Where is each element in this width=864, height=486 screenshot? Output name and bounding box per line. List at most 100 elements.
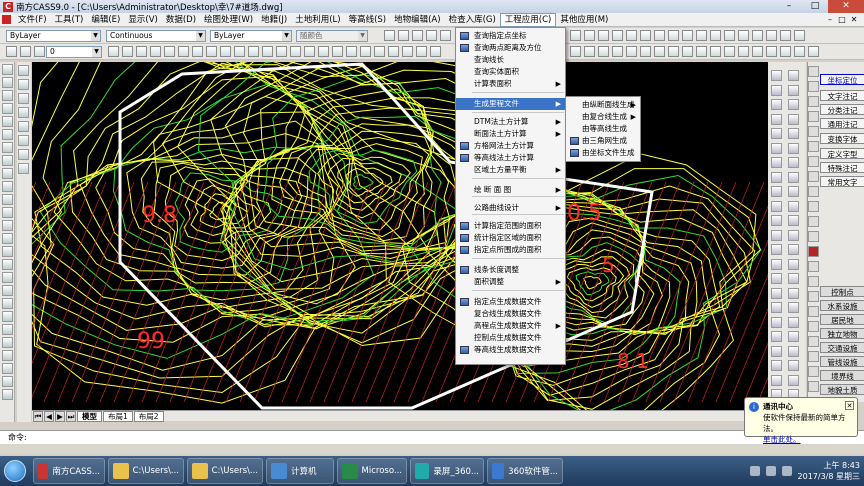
- sheet-icon[interactable]: [780, 30, 791, 41]
- cass-tool-15-icon[interactable]: [771, 287, 782, 299]
- panel-side-3-icon[interactable]: [808, 111, 819, 122]
- new-file-icon[interactable]: [384, 30, 395, 41]
- open-file-icon[interactable]: [398, 30, 409, 41]
- help-icon[interactable]: [682, 30, 693, 41]
- extend-icon[interactable]: [710, 46, 721, 57]
- panel-button-13[interactable]: 管线设施: [820, 356, 864, 367]
- menu-item-10[interactable]: 检查入库(G): [445, 13, 500, 27]
- engineering-menu-item-16[interactable]: 线条长度调整: [456, 264, 565, 276]
- engineering-menu-item-9[interactable]: 等高线法土方计算: [456, 152, 565, 164]
- rectangle-icon[interactable]: [332, 46, 343, 57]
- linetype-combo[interactable]: Continuous ▼: [106, 30, 206, 42]
- dim-style-icon[interactable]: [738, 30, 749, 41]
- circle-icon[interactable]: [2, 142, 13, 153]
- line-icon[interactable]: [2, 64, 13, 75]
- panel-button-10[interactable]: 居民地: [820, 314, 864, 325]
- fillet-icon[interactable]: [766, 46, 777, 57]
- insert-block-icon[interactable]: [2, 207, 13, 218]
- engineering-menu-item-6[interactable]: DTM法土方计算 ▶: [456, 116, 565, 128]
- spline-icon[interactable]: [346, 46, 357, 57]
- erase-icon[interactable]: [2, 324, 13, 335]
- rotate-icon[interactable]: [18, 79, 29, 90]
- cass-tool-4-icon[interactable]: [771, 128, 782, 139]
- chevron-down-icon[interactable]: ▼: [92, 47, 101, 57]
- cass-tool-b20-icon[interactable]: [788, 360, 799, 371]
- explode-icon[interactable]: [780, 46, 791, 57]
- move-icon[interactable]: [640, 46, 651, 57]
- polygon-icon[interactable]: [2, 103, 13, 114]
- notice-link[interactable]: 单击此处。: [763, 434, 853, 445]
- print-icon[interactable]: [426, 30, 437, 41]
- polyline-icon[interactable]: [290, 46, 301, 57]
- engineering-menu-item-11[interactable]: 绘 断 面 图 ▶: [456, 184, 565, 196]
- cass-tool-b18-icon[interactable]: [788, 331, 799, 342]
- panel-button-2[interactable]: 分类注记: [820, 104, 864, 115]
- tool-palette-icon[interactable]: [654, 30, 665, 41]
- panel-button-12[interactable]: 交通设施: [820, 342, 864, 353]
- engineering-menu-item-4[interactable]: 计算表面积 ▶: [456, 78, 565, 90]
- extend-icon[interactable]: [18, 135, 29, 146]
- grid-icon[interactable]: [808, 46, 819, 57]
- engineering-menu-item-3[interactable]: 查询实体面积: [456, 66, 565, 78]
- panel-side-8-icon[interactable]: [808, 186, 819, 197]
- array-icon[interactable]: [626, 46, 637, 57]
- cass-tool-b5-icon[interactable]: [788, 142, 799, 154]
- panel-side-12-icon[interactable]: [808, 246, 819, 257]
- panel-side-5-icon[interactable]: [808, 141, 819, 152]
- zoom-window-icon[interactable]: [598, 30, 609, 41]
- cass-tool-13-icon[interactable]: [771, 258, 782, 270]
- engineering-menu-item-14[interactable]: 统计指定区域的面积: [456, 232, 565, 244]
- circle-icon[interactable]: [304, 46, 315, 57]
- panel-side-11-icon[interactable]: [808, 231, 819, 242]
- markup-icon[interactable]: [794, 30, 805, 41]
- mileage-submenu-item-1[interactable]: 由复合线生成 ▶: [566, 111, 640, 123]
- calculator-icon[interactable]: [668, 30, 679, 41]
- engineering-menu-item-22[interactable]: 等高线生成数据文件: [456, 344, 565, 356]
- cass-tool-b4-icon[interactable]: [788, 128, 799, 139]
- cass-tool-b1-icon[interactable]: [788, 84, 799, 96]
- taskbar-item-2[interactable]: C:\Users\...: [187, 458, 263, 484]
- first-tab-icon[interactable]: ⏮: [33, 411, 43, 422]
- table-draw-icon[interactable]: [416, 46, 427, 57]
- preview-icon[interactable]: [440, 30, 451, 41]
- table-icon[interactable]: [2, 285, 13, 296]
- drawing-canvas[interactable]: 0.5 5 99 8.1 9.8: [32, 62, 768, 410]
- chevron-down-icon[interactable]: ▼: [91, 31, 100, 41]
- layer-lock-icon[interactable]: [34, 46, 45, 57]
- cass-tool-12-icon[interactable]: [771, 244, 782, 255]
- cass-tool-5-icon[interactable]: [771, 142, 782, 154]
- properties-icon[interactable]: [626, 30, 637, 41]
- engineering-menu-item-21[interactable]: 控制点生成数据文件: [456, 332, 565, 344]
- panel-button-15[interactable]: 地貌土质: [820, 384, 864, 395]
- panel-button-11[interactable]: 独立地物: [820, 328, 864, 339]
- mirror-icon[interactable]: [2, 350, 13, 361]
- taskbar-item-3[interactable]: 计算机: [266, 458, 334, 484]
- menu-item-11[interactable]: 工程应用(C): [499, 12, 557, 27]
- network-icon[interactable]: [765, 466, 776, 476]
- menu-item-1[interactable]: 工具(T): [51, 13, 88, 27]
- panel-side-16-icon[interactable]: [808, 306, 819, 317]
- engineering-menu-item-19[interactable]: 复合线生成数据文件: [456, 308, 565, 320]
- cass-tool-b11-icon[interactable]: [788, 229, 799, 241]
- menu-item-4[interactable]: 数据(D): [162, 13, 200, 27]
- panel-button-8[interactable]: 控制点: [820, 286, 864, 297]
- panel-side-7-icon[interactable]: [808, 171, 819, 182]
- cass-tool-b8-icon[interactable]: [788, 186, 799, 197]
- panel-side-6-icon[interactable]: [808, 156, 819, 167]
- close-button[interactable]: ✕: [828, 0, 864, 13]
- taskbar-item-5[interactable]: 录屏_360...: [410, 458, 484, 484]
- attribute-icon[interactable]: [388, 46, 399, 57]
- menu-item-7[interactable]: 土地利用(L): [291, 13, 344, 27]
- scale-icon[interactable]: [18, 93, 29, 104]
- tab-layout1[interactable]: 布局1: [103, 411, 133, 422]
- layer-manager-icon[interactable]: [710, 30, 721, 41]
- offset-icon[interactable]: [612, 46, 623, 57]
- taskbar-item-0[interactable]: 南方CASS...: [33, 458, 105, 484]
- panel-side-9-icon[interactable]: [808, 201, 819, 212]
- panel-button-9[interactable]: 水系设施: [820, 300, 864, 311]
- join-icon[interactable]: [18, 163, 29, 174]
- block-icon[interactable]: [766, 30, 777, 41]
- cass-tool-b21-icon[interactable]: [788, 374, 799, 386]
- dimension-icon[interactable]: [248, 46, 259, 57]
- table-icon[interactable]: [752, 30, 763, 41]
